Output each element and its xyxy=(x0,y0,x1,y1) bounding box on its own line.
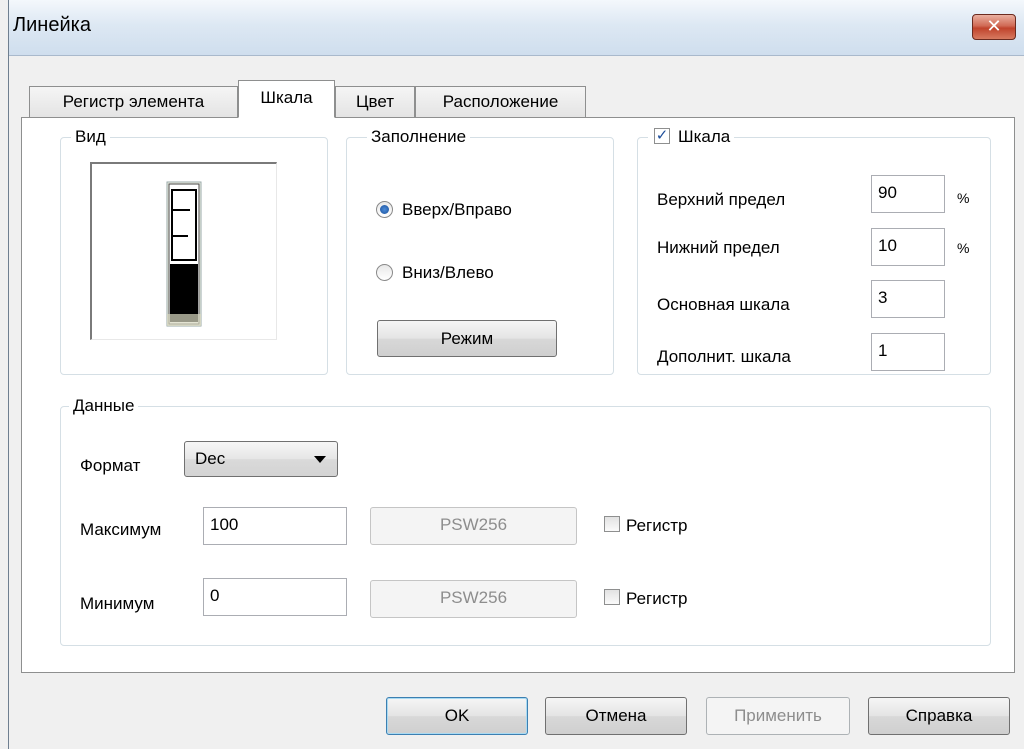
help-button[interactable]: Справка xyxy=(868,697,1010,735)
max-register-label[interactable]: Регистр xyxy=(626,516,687,536)
window-title: Линейка xyxy=(13,14,91,36)
min-label: Минимум xyxy=(80,594,155,613)
main-scale-label: Основная шкала xyxy=(657,295,790,314)
min-register-checkbox[interactable] xyxy=(604,589,620,605)
chevron-down-icon xyxy=(314,456,326,463)
upper-unit-label: % xyxy=(957,190,970,206)
fill-down-left-label[interactable]: Вниз/Влево xyxy=(402,263,494,283)
cancel-button[interactable]: Отмена xyxy=(545,697,687,735)
close-icon: ✕ xyxy=(986,16,1002,36)
max-label: Максимум xyxy=(80,520,162,539)
main-scale-input[interactable]: 3 xyxy=(871,280,945,318)
mode-button-label: Режим xyxy=(440,329,494,348)
format-label: Формат xyxy=(80,456,141,475)
format-select[interactable]: Dec xyxy=(184,441,338,477)
upper-limit-input[interactable]: 90 xyxy=(871,175,945,213)
scale-checkbox[interactable]: ✓ xyxy=(654,128,670,144)
sub-scale-input[interactable]: 1 xyxy=(871,333,945,371)
data-group-legend: Данные xyxy=(69,396,139,416)
check-icon: ✓ xyxy=(655,127,669,144)
tab-label: Цвет xyxy=(355,92,395,111)
tab-position[interactable]: Расположение xyxy=(415,86,586,118)
max-register-field: PSW256 xyxy=(370,507,577,545)
lower-limit-input[interactable]: 10 xyxy=(871,228,945,266)
fill-up-right-radio[interactable] xyxy=(376,201,393,218)
title-bar: Линейка ✕ xyxy=(9,0,1024,56)
lower-unit-label: % xyxy=(957,240,970,256)
ruler-preview-image xyxy=(166,181,202,327)
sub-scale-label: Дополнит. шкала xyxy=(657,347,791,366)
min-input[interactable]: 0 xyxy=(203,578,347,616)
cancel-button-label: Отмена xyxy=(585,706,647,725)
help-button-label: Справка xyxy=(905,706,973,725)
min-register-field: PSW256 xyxy=(370,580,577,618)
fill-group-legend: Заполнение xyxy=(367,127,471,147)
lower-limit-label: Нижний предел xyxy=(657,238,780,257)
tab-label: Расположение xyxy=(442,92,559,111)
fill-up-right-label[interactable]: Вверх/Вправо xyxy=(402,200,512,220)
ok-button[interactable]: OK xyxy=(386,697,528,735)
max-input[interactable]: 100 xyxy=(203,507,347,545)
upper-limit-label: Верхний предел xyxy=(657,190,786,209)
tab-color[interactable]: Цвет xyxy=(335,86,415,118)
ruler-preview xyxy=(90,162,277,340)
max-register-checkbox[interactable] xyxy=(604,516,620,532)
tab-label: Регистр элемента xyxy=(62,92,205,111)
tab-element-register[interactable]: Регистр элемента xyxy=(29,86,238,118)
ok-button-label: OK xyxy=(444,706,470,725)
tab-scale[interactable]: Шкала xyxy=(238,80,335,118)
view-group-legend: Вид xyxy=(71,127,110,147)
mode-button[interactable]: Режим xyxy=(377,320,557,357)
min-register-label[interactable]: Регистр xyxy=(626,589,687,609)
apply-button[interactable]: Применить xyxy=(706,697,850,735)
format-select-value: Dec xyxy=(195,449,226,468)
fill-down-left-radio[interactable] xyxy=(376,264,393,281)
apply-button-label: Применить xyxy=(734,706,822,725)
close-button[interactable]: ✕ xyxy=(972,14,1016,40)
tab-label: Шкала xyxy=(260,88,313,107)
